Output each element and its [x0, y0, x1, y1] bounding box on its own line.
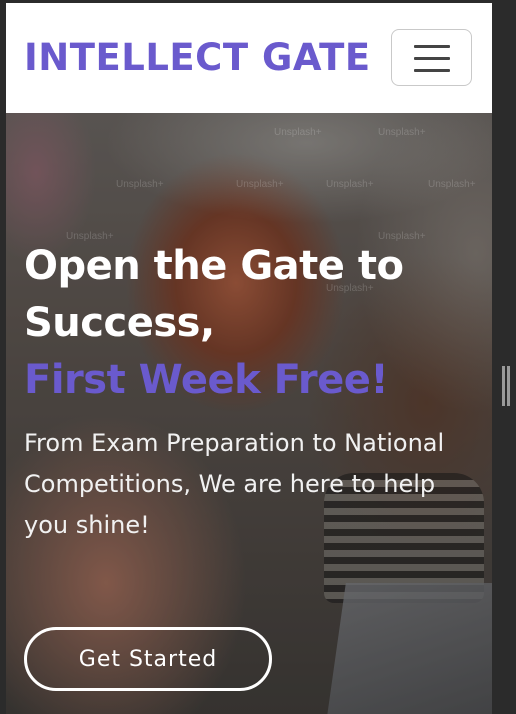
watermark-text: Unsplash+: [116, 179, 164, 190]
watermark-text: Unsplash+: [326, 179, 374, 190]
hamburger-menu-icon: [414, 69, 450, 72]
hero-subtitle: From Exam Preparation to National Compet…: [24, 429, 445, 539]
menu-toggle-button[interactable]: [391, 29, 472, 86]
watermark-text: Unsplash+: [378, 127, 426, 138]
brand-logo[interactable]: INTELLECT GATE: [24, 33, 371, 83]
resize-grip-icon[interactable]: [502, 366, 510, 406]
navbar: INTELLECT GATE: [6, 3, 492, 113]
hamburger-menu-icon: [414, 57, 450, 60]
hero-overlay: [6, 113, 492, 714]
hero-title-line: Success,: [24, 300, 215, 346]
hamburger-menu-icon: [414, 45, 450, 48]
watermark-text: Unsplash+: [428, 179, 476, 190]
resize-grip-bar: [502, 366, 505, 406]
hero-title-accent: First Week Free!: [24, 357, 389, 403]
hero-title: Open the Gate to Success, First Week Fre…: [24, 238, 484, 409]
get-started-button[interactable]: Get Started: [24, 627, 272, 691]
hero-title-line: Open the Gate to: [24, 243, 404, 289]
watermark-text: Unsplash+: [274, 127, 322, 138]
page-viewport: INTELLECT GATE Unsplash+ Unsplash+ Unspl…: [6, 3, 492, 714]
hero-section: Unsplash+ Unsplash+ Unsplash+ Unsplash+ …: [6, 113, 492, 714]
resize-grip-bar: [507, 366, 510, 406]
app-frame: INTELLECT GATE Unsplash+ Unsplash+ Unspl…: [0, 0, 516, 714]
watermark-text: Unsplash+: [236, 179, 284, 190]
